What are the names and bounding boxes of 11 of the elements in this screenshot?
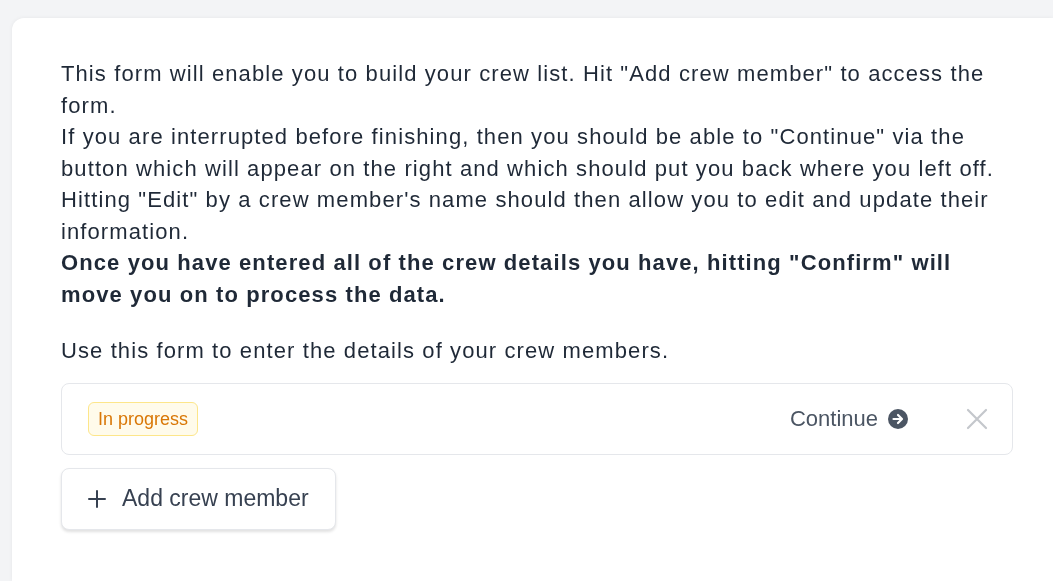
add-crew-member-button[interactable]: Add crew member: [61, 467, 336, 530]
continue-link[interactable]: Continue: [789, 405, 908, 432]
arrow-circle-icon: [888, 408, 908, 429]
status-badge: In progress: [88, 401, 199, 436]
confirm-notice: Once you have entered all of the crew details you have, hitting "Confirm" will move you on to process the data.: [61, 249, 953, 309]
instruction-paragraph: If you are interrupted before finishing, then you should be able to "Continue" via the button which will appear on the right and which should put you back where you left off.: [61, 123, 996, 183]
plus-icon: [88, 489, 106, 508]
instruction-paragraph: Hitting "Edit" by a crew member's name should then allow you to edit and update their information.: [61, 186, 990, 246]
form-instruction: Use this form to enter the details of your crew members.: [61, 337, 671, 365]
instruction-paragraph: This form will enable you to build your crew list. Hit "Add crew member" to access the form.: [61, 60, 986, 120]
close-button[interactable]: [966, 407, 988, 430]
